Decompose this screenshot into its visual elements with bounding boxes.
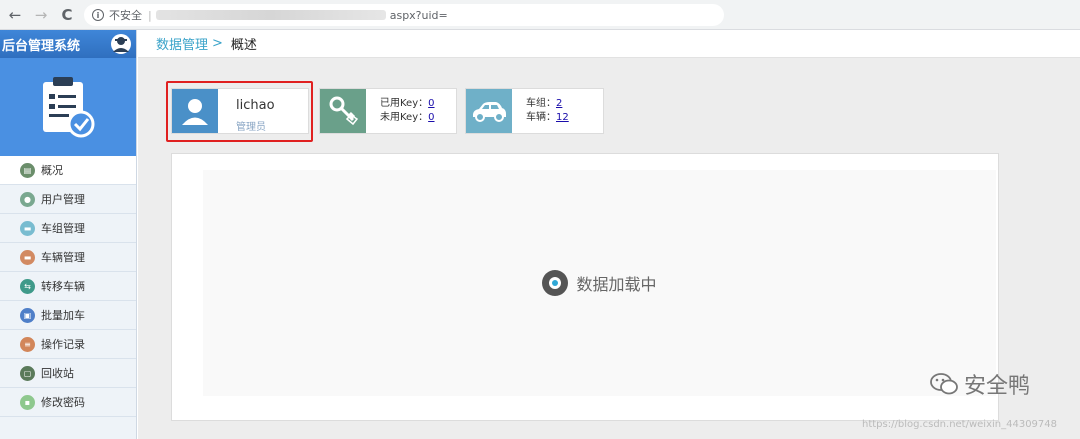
url-text: aspx?uid= — [389, 8, 448, 22]
address-separator: | — [148, 8, 152, 22]
used-key-count-link[interactable]: 0 — [428, 98, 434, 109]
watermark-text: 安全鸭 — [964, 374, 1031, 399]
unused-key-label: 未用Key： — [380, 112, 429, 123]
sidebar-item-overview[interactable]: ▤ 概况 — [0, 156, 136, 185]
sidebar-item-user-management[interactable]: ● 用户管理 — [0, 185, 136, 214]
sidebar-item-label: 批量加车 — [41, 309, 85, 322]
keys-card: 已用Key：0 未用Key：0 — [319, 88, 457, 134]
breadcrumb-current: 概述 — [230, 38, 257, 53]
breadcrumb-parent[interactable]: 数据管理 — [156, 34, 208, 53]
wechat-icon — [930, 373, 958, 395]
address-bar[interactable]: i 不安全 | aspx?uid= — [84, 4, 724, 26]
watermark: 安全鸭 — [930, 368, 1030, 400]
account-icon[interactable] — [110, 33, 132, 55]
browser-toolbar: ← → C i 不安全 | aspx?uid= — [0, 0, 1080, 30]
recycle-icon: ▢ — [20, 365, 35, 381]
reload-icon[interactable]: C — [56, 4, 78, 26]
car-group-icon: ▬ — [20, 220, 35, 236]
sidebar-item-car-group-management[interactable]: ▬ 车组管理 — [0, 214, 136, 243]
sidebar-item-label: 回收站 — [41, 367, 74, 380]
batch-add-icon: ▣ — [20, 307, 35, 323]
user-icon: ● — [20, 191, 35, 207]
log-icon: ≡ — [20, 336, 35, 352]
transfer-icon: ⇆ — [20, 278, 35, 294]
sidebar-item-label: 修改密码 — [41, 396, 85, 409]
loading-spinner-icon — [542, 270, 569, 296]
sidebar-item-label: 车辆管理 — [41, 251, 85, 264]
sidebar-item-transfer-vehicles[interactable]: ⇆ 转移车辆 — [0, 272, 136, 301]
breadcrumb: 数据管理 > 概述 — [138, 30, 1080, 58]
url-redacted — [155, 10, 386, 20]
sidebar-item-label: 用户管理 — [41, 193, 85, 206]
loading-area: 数据加载中 — [203, 170, 996, 396]
used-key-label: 已用Key： — [380, 98, 429, 109]
highlight-box — [166, 81, 313, 142]
cars-card: 车组：2 车辆：12 — [465, 88, 604, 134]
breadcrumb-separator: > — [212, 36, 223, 51]
car-icon — [466, 89, 512, 133]
unused-key-count-link[interactable]: 0 — [428, 112, 434, 123]
sidebar-item-operation-log[interactable]: ≡ 操作记录 — [0, 330, 136, 359]
key-icon — [320, 89, 366, 133]
info-icon[interactable]: i — [92, 9, 104, 21]
sidebar-item-recycle-bin[interactable]: ▢ 回收站 — [0, 359, 136, 388]
forward-arrow-icon[interactable]: → — [30, 4, 52, 26]
sidebar: 后台管理系统 ▤ 概况 ● 用户管理 ▬ 车组管理 ▬ 车辆管理 ⇆ 转移车辆 … — [0, 30, 137, 439]
sidebar-item-batch-add[interactable]: ▣ 批量加车 — [0, 301, 136, 330]
security-label: 不安全 — [109, 9, 142, 22]
sidebar-item-vehicle-management[interactable]: ▬ 车辆管理 — [0, 243, 136, 272]
sidebar-header: 后台管理系统 — [0, 30, 136, 58]
sidebar-item-label: 车组管理 — [41, 222, 85, 235]
sidebar-item-label: 转移车辆 — [41, 280, 85, 293]
car-group-count-link[interactable]: 2 — [556, 98, 562, 109]
app-title: 后台管理系统 — [2, 38, 81, 54]
sidebar-item-label: 概况 — [41, 164, 63, 177]
car-icon: ▬ — [20, 249, 35, 265]
vehicle-count-link[interactable]: 12 — [556, 112, 569, 123]
content-panel: 数据加载中 — [171, 153, 999, 421]
logo-area — [0, 58, 136, 156]
watermark-url: https://blog.csdn.net/weixin_44309748 — [862, 419, 1058, 430]
sidebar-item-change-password[interactable]: ▪ 修改密码 — [0, 388, 136, 417]
sidebar-item-label: 操作记录 — [41, 338, 85, 351]
overview-icon: ▤ — [20, 162, 35, 178]
lock-icon: ▪ — [20, 394, 35, 410]
clipboard-check-icon — [43, 77, 95, 138]
back-arrow-icon[interactable]: ← — [4, 4, 26, 26]
loading-text: 数据加载中 — [576, 275, 657, 294]
vehicle-label: 车辆： — [526, 112, 556, 123]
car-group-label: 车组： — [526, 98, 556, 109]
